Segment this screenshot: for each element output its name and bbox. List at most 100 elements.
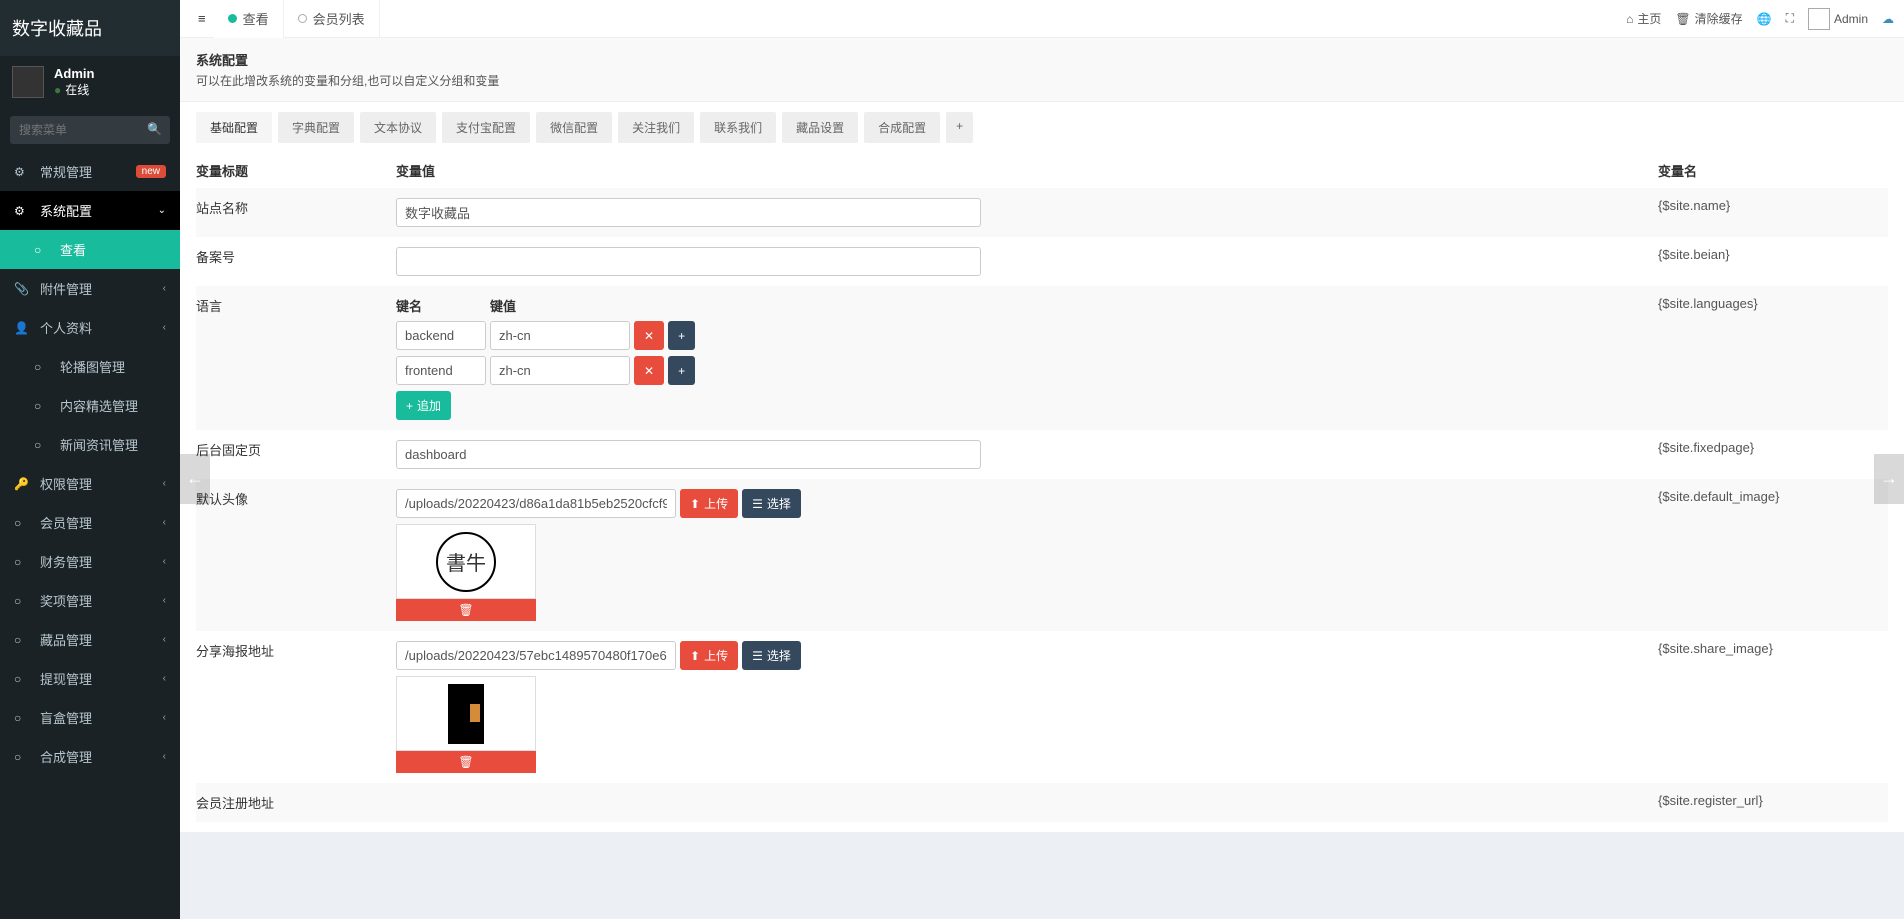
remove-lang-0[interactable]: ✕ bbox=[634, 321, 664, 350]
chevron-left-icon: ‹ bbox=[163, 595, 166, 606]
bullet-icon bbox=[298, 14, 307, 23]
pill-collection[interactable]: 藏品设置 bbox=[782, 112, 858, 143]
pill-text[interactable]: 文本协议 bbox=[360, 112, 436, 143]
input-beian[interactable] bbox=[396, 247, 981, 276]
circle-icon: ○ bbox=[34, 360, 52, 374]
menu-profile[interactable]: 👤个人资料‹ bbox=[0, 308, 180, 347]
input-lang-val-0[interactable] bbox=[490, 321, 630, 350]
circle-icon: ○ bbox=[14, 633, 32, 647]
nav-user[interactable]: Admin bbox=[1808, 8, 1868, 30]
nav-clear-cache[interactable]: 🗑清除缓存 bbox=[1675, 10, 1742, 27]
menu-award[interactable]: ○奖项管理‹ bbox=[0, 581, 180, 620]
nav-language[interactable]: 🌐 bbox=[1757, 12, 1772, 26]
delete-share-image[interactable]: 🗑 bbox=[396, 751, 536, 773]
user-icon: 👤 bbox=[14, 321, 32, 335]
panel-title: 系统配置 bbox=[196, 50, 1888, 69]
cloud-icon: ☁ bbox=[1882, 12, 1894, 26]
chevron-left-icon: ‹ bbox=[163, 322, 166, 333]
pill-synthesis[interactable]: 合成配置 bbox=[864, 112, 940, 143]
varname: {$site.register_url} bbox=[1658, 793, 1763, 808]
config-tabs: 基础配置 字典配置 文本协议 支付宝配置 微信配置 关注我们 联系我们 藏品设置… bbox=[180, 102, 1904, 143]
brand-title: 数字收藏品 bbox=[0, 0, 180, 56]
menu-featured[interactable]: ○内容精选管理 bbox=[0, 386, 180, 425]
pill-follow[interactable]: 关注我们 bbox=[618, 112, 694, 143]
menu-permission[interactable]: 🔑权限管理‹ bbox=[0, 464, 180, 503]
nav-cloud[interactable]: ☁ bbox=[1882, 12, 1894, 26]
tab-member-list[interactable]: 会员列表 bbox=[284, 0, 380, 38]
panel-header: 系统配置 可以在此增改系统的变量和分组,也可以自定义分组和变量 bbox=[180, 38, 1904, 102]
pill-alipay[interactable]: 支付宝配置 bbox=[442, 112, 530, 143]
append-lang-button[interactable]: +追加 bbox=[396, 391, 451, 420]
input-share-image[interactable] bbox=[396, 641, 676, 670]
pill-contact[interactable]: 联系我们 bbox=[700, 112, 776, 143]
user-panel: Admin 在线 bbox=[0, 56, 180, 108]
menu-view[interactable]: ○查看 bbox=[0, 230, 180, 269]
search-input[interactable] bbox=[10, 116, 170, 144]
scroll-left-button[interactable]: ← bbox=[180, 454, 210, 504]
menu-carousel[interactable]: ○轮播图管理 bbox=[0, 347, 180, 386]
menu-synthesis[interactable]: ○合成管理‹ bbox=[0, 737, 180, 776]
plus-icon: + bbox=[678, 329, 685, 343]
attachment-icon: 📎 bbox=[14, 282, 32, 296]
close-icon: ✕ bbox=[644, 364, 654, 378]
th-title: 变量标题 bbox=[196, 161, 396, 180]
remove-lang-1[interactable]: ✕ bbox=[634, 356, 664, 385]
menu-attachment[interactable]: 📎附件管理‹ bbox=[0, 269, 180, 308]
choose-share-image[interactable]: ☰选择 bbox=[742, 641, 801, 670]
choose-default-image[interactable]: ☰选择 bbox=[742, 489, 801, 518]
chevron-left-icon: ‹ bbox=[163, 556, 166, 567]
tab-view[interactable]: 查看 bbox=[214, 0, 284, 38]
delete-default-image[interactable]: 🗑 bbox=[396, 599, 536, 621]
topbar: ≡ 查看 会员列表 ⌂主页 🗑清除缓存 🌐 ⛶ Admin ☁ bbox=[180, 0, 1904, 38]
varname: {$site.languages} bbox=[1658, 296, 1758, 311]
pill-basic[interactable]: 基础配置 bbox=[196, 112, 272, 143]
plus-icon: + bbox=[406, 399, 413, 413]
input-site-name[interactable] bbox=[396, 198, 981, 227]
menu-system-config[interactable]: ⚙系统配置⌄ bbox=[0, 191, 180, 230]
circle-icon: ○ bbox=[14, 516, 32, 530]
panel-desc: 可以在此增改系统的变量和分组,也可以自定义分组和变量 bbox=[196, 72, 1888, 89]
row-beian: 备案号 {$site.beian} bbox=[196, 237, 1888, 286]
row-share-image: 分享海报地址 ⬆上传 ☰选择 🗑 {$site.share_image} bbox=[196, 631, 1888, 783]
row-register-url: 会员注册地址 {$site.register_url} bbox=[196, 783, 1888, 822]
pill-add[interactable]: + bbox=[946, 112, 973, 143]
gear-icon: ⚙ bbox=[14, 204, 32, 218]
menu-finance[interactable]: ○财务管理‹ bbox=[0, 542, 180, 581]
varname: {$site.share_image} bbox=[1658, 641, 1773, 656]
row-languages: 语言 键名 键值 ✕ + bbox=[196, 286, 1888, 430]
input-lang-key-0[interactable] bbox=[396, 321, 486, 350]
avatar-icon bbox=[1808, 8, 1830, 30]
input-default-image[interactable] bbox=[396, 489, 676, 518]
input-lang-val-1[interactable] bbox=[490, 356, 630, 385]
pill-wechat[interactable]: 微信配置 bbox=[536, 112, 612, 143]
upload-icon: ⬆ bbox=[690, 497, 700, 511]
kv-header-val: 键值 bbox=[490, 296, 630, 315]
poster-image bbox=[448, 684, 484, 744]
upload-default-image[interactable]: ⬆上传 bbox=[680, 489, 738, 518]
pill-dict[interactable]: 字典配置 bbox=[278, 112, 354, 143]
nav-home[interactable]: ⌂主页 bbox=[1626, 10, 1661, 27]
menu-collection[interactable]: ○藏品管理‹ bbox=[0, 620, 180, 659]
upload-share-image[interactable]: ⬆上传 bbox=[680, 641, 738, 670]
input-fixedpage[interactable] bbox=[396, 440, 981, 469]
circle-icon: ○ bbox=[34, 243, 52, 257]
add-after-lang-0[interactable]: + bbox=[668, 321, 695, 350]
menu-toggle-icon[interactable]: ≡ bbox=[190, 11, 214, 26]
menu-blindbox[interactable]: ○盲盒管理‹ bbox=[0, 698, 180, 737]
menu-member[interactable]: ○会员管理‹ bbox=[0, 503, 180, 542]
menu-general[interactable]: ⚙常规管理new bbox=[0, 152, 180, 191]
input-lang-key-1[interactable] bbox=[396, 356, 486, 385]
chevron-down-icon: ⌄ bbox=[158, 205, 166, 216]
menu-news[interactable]: ○新闻资讯管理 bbox=[0, 425, 180, 464]
scroll-right-button[interactable]: → bbox=[1874, 454, 1904, 504]
menu-withdraw[interactable]: ○提现管理‹ bbox=[0, 659, 180, 698]
sidebar-search: 🔍 bbox=[0, 108, 180, 152]
add-after-lang-1[interactable]: + bbox=[668, 356, 695, 385]
varname: {$site.beian} bbox=[1658, 247, 1730, 262]
search-icon[interactable]: 🔍 bbox=[147, 122, 162, 136]
list-icon: ☰ bbox=[752, 497, 763, 511]
chevron-left-icon: ‹ bbox=[163, 712, 166, 723]
expand-icon: ⛶ bbox=[1786, 11, 1794, 26]
nav-fullscreen[interactable]: ⛶ bbox=[1786, 11, 1794, 26]
chevron-left-icon: ‹ bbox=[163, 673, 166, 684]
